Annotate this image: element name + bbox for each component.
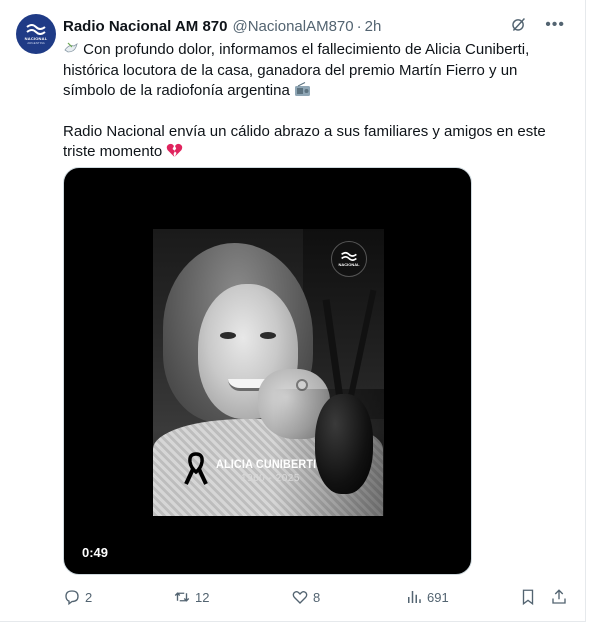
mourning-ribbon-icon xyxy=(184,452,208,485)
radio-nacional-logo-icon xyxy=(26,24,46,35)
reply-icon xyxy=(65,590,79,606)
nacional-wave-icon xyxy=(341,251,357,261)
post-paragraph-2: Radio Nacional envía un cálido abrazo a … xyxy=(63,122,563,163)
share-button[interactable] xyxy=(550,587,568,607)
paragraph-2-text: Radio Nacional envía un cálido abrazo a … xyxy=(63,122,546,161)
like-button[interactable]: 8 xyxy=(291,587,320,607)
avatar-sublabel: ARGENTINA xyxy=(27,41,45,45)
dove-emoji-icon xyxy=(64,42,78,53)
share-icon xyxy=(552,589,566,604)
overlay-years: 1960 - 2025 xyxy=(241,473,300,484)
views-button[interactable]: 691 xyxy=(405,587,449,607)
bookmark-button[interactable] xyxy=(519,587,537,607)
logo-badge-text: NACIONAL xyxy=(338,262,360,267)
overlay-name: ALICIA CUNIBERTI xyxy=(216,457,317,471)
nacional-logo-badge: NACIONAL xyxy=(331,241,367,277)
post-card[interactable]: NACIONAL ARGENTINA Radio Nacional AM 870… xyxy=(0,0,586,622)
video-duration: 0:49 xyxy=(82,545,109,560)
post-text: Con profundo dolor, informamos el fallec… xyxy=(63,40,563,163)
author-name[interactable]: Radio Nacional AM 870 xyxy=(63,18,228,35)
post-header: Radio Nacional AM 870 @NacionalAM870 · 2… xyxy=(63,16,565,36)
reply-button[interactable]: 2 xyxy=(63,587,92,607)
video-player[interactable]: NACIONAL ALICIA CUNIBERTI 1960 - 2025 0:… xyxy=(63,167,472,575)
avatar[interactable]: NACIONAL ARGENTINA xyxy=(16,14,56,54)
views-icon xyxy=(408,591,421,603)
author-handle[interactable]: @NacionalAM870 xyxy=(233,18,354,35)
bookmark-icon xyxy=(522,589,534,606)
radio-emoji-icon xyxy=(294,82,310,96)
engagement-bar: 2 12 8 691 xyxy=(63,587,568,607)
like-count: 8 xyxy=(313,589,321,605)
reply-count: 2 xyxy=(85,589,93,605)
post-paragraph-1: Con profundo dolor, informamos el fallec… xyxy=(63,40,563,102)
post-time[interactable]: 2h xyxy=(365,18,382,35)
grok-icon[interactable] xyxy=(510,16,527,33)
header-actions: ••• xyxy=(510,16,565,33)
microphone-icon xyxy=(315,394,373,494)
repost-count: 12 xyxy=(195,589,210,605)
memorial-photo: NACIONAL ALICIA CUNIBERTI 1960 - 2025 xyxy=(153,229,384,516)
time-separator: · xyxy=(356,17,362,35)
more-options-icon[interactable]: ••• xyxy=(545,16,565,33)
broken-heart-emoji-icon xyxy=(167,143,183,157)
repost-button[interactable]: 12 xyxy=(173,587,209,607)
repost-icon xyxy=(174,592,190,602)
heart-icon xyxy=(292,590,308,604)
views-count: 691 xyxy=(427,589,449,605)
